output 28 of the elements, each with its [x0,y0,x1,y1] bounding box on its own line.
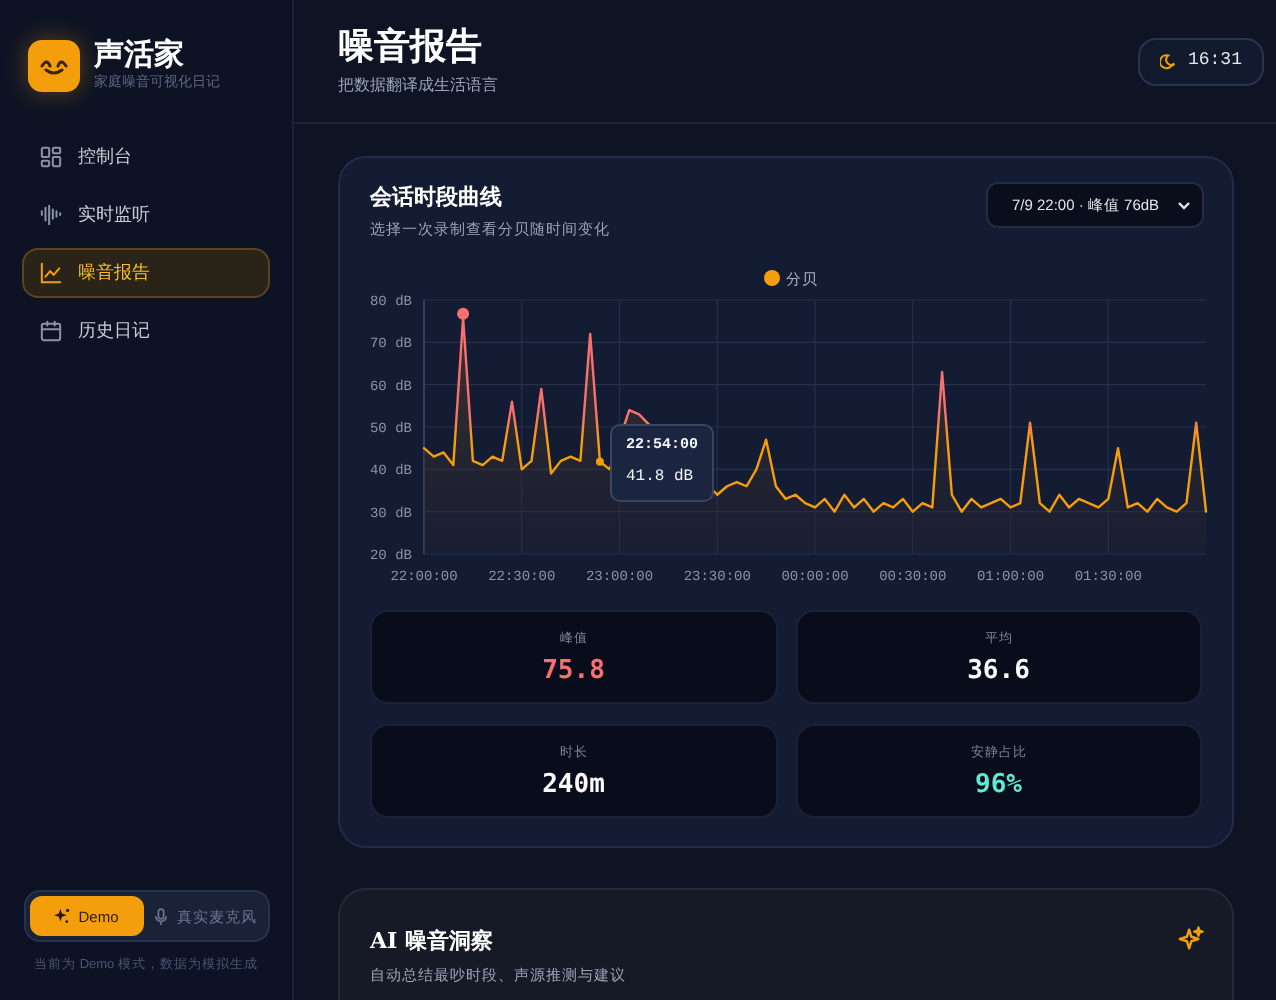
chevron-icon [1178,201,1190,209]
card-title: 会话时段曲线 [370,182,504,214]
app-logo [28,40,80,92]
stat-value: 36.6 [967,655,1030,686]
stat-value: 75.8 [542,655,605,686]
moon-icon [1159,53,1176,69]
line-chart-icon [40,262,62,284]
nav-item[interactable]: 控制台 [22,132,270,182]
sparkle-icon [1178,926,1204,953]
stat-value: 240m [542,769,605,800]
tooltip-value: 41.8 dB [625,465,696,489]
clock-badge: 16:31 [1137,37,1264,85]
microphone-icon [154,907,169,926]
waveform-icon [40,204,62,226]
card-title: AI 噪音洞察 [370,926,496,959]
grid-icon [40,146,62,168]
sparkle-icon [54,908,71,925]
app-name: 声活家 [94,36,186,72]
legend-dot [764,270,780,287]
hover-point [595,458,604,467]
nav-item[interactable]: 历史日记 [22,306,270,356]
calendar-icon [40,320,62,342]
stat-value: 96% [975,769,1022,800]
peak-marker [457,308,470,321]
nav-item[interactable]: 噪音报告 [22,248,270,298]
page-title: 噪音报告 [338,25,484,69]
page-subtitle: 把数据翻译成生活语言 [338,73,498,97]
nav-item[interactable]: 实时监听 [22,190,270,240]
